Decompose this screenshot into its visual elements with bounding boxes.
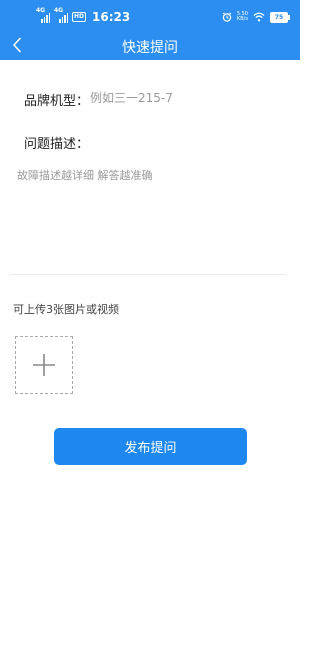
description-textarea[interactable] [17, 167, 283, 262]
status-bar: 4G 4G HD 16:23 5.50 KB/s 75 [0, 0, 300, 32]
page-title: 快速提问 [122, 40, 178, 56]
submit-question-button[interactable]: 发布提问 [54, 428, 247, 465]
cellular-signal-2-icon: 4G [54, 8, 68, 23]
status-bar-left: 4G 4G HD 16:23 [36, 8, 131, 25]
status-time: 16:23 [92, 10, 131, 24]
brand-model-input[interactable] [90, 88, 280, 108]
brand-label: 品牌机型： [24, 94, 90, 109]
plus-icon [33, 354, 55, 376]
hd-badge: HD [72, 12, 87, 22]
nav-bar: 快速提问 [0, 32, 300, 60]
cellular-signal-1-icon: 4G [36, 8, 50, 23]
net-speed-unit: KB/s [236, 16, 248, 22]
wifi-icon [253, 12, 265, 22]
net-speed: 5.50 KB/s [237, 12, 248, 22]
upload-hint: 可上传3张图片或视频 [13, 303, 119, 316]
battery-icon: 75 [270, 11, 290, 23]
description-label: 问题描述： [24, 137, 90, 152]
divider [10, 274, 286, 275]
status-bar-right: 5.50 KB/s 75 [222, 10, 290, 24]
upload-media-button[interactable] [15, 336, 73, 394]
alarm-clock-icon [222, 12, 232, 22]
